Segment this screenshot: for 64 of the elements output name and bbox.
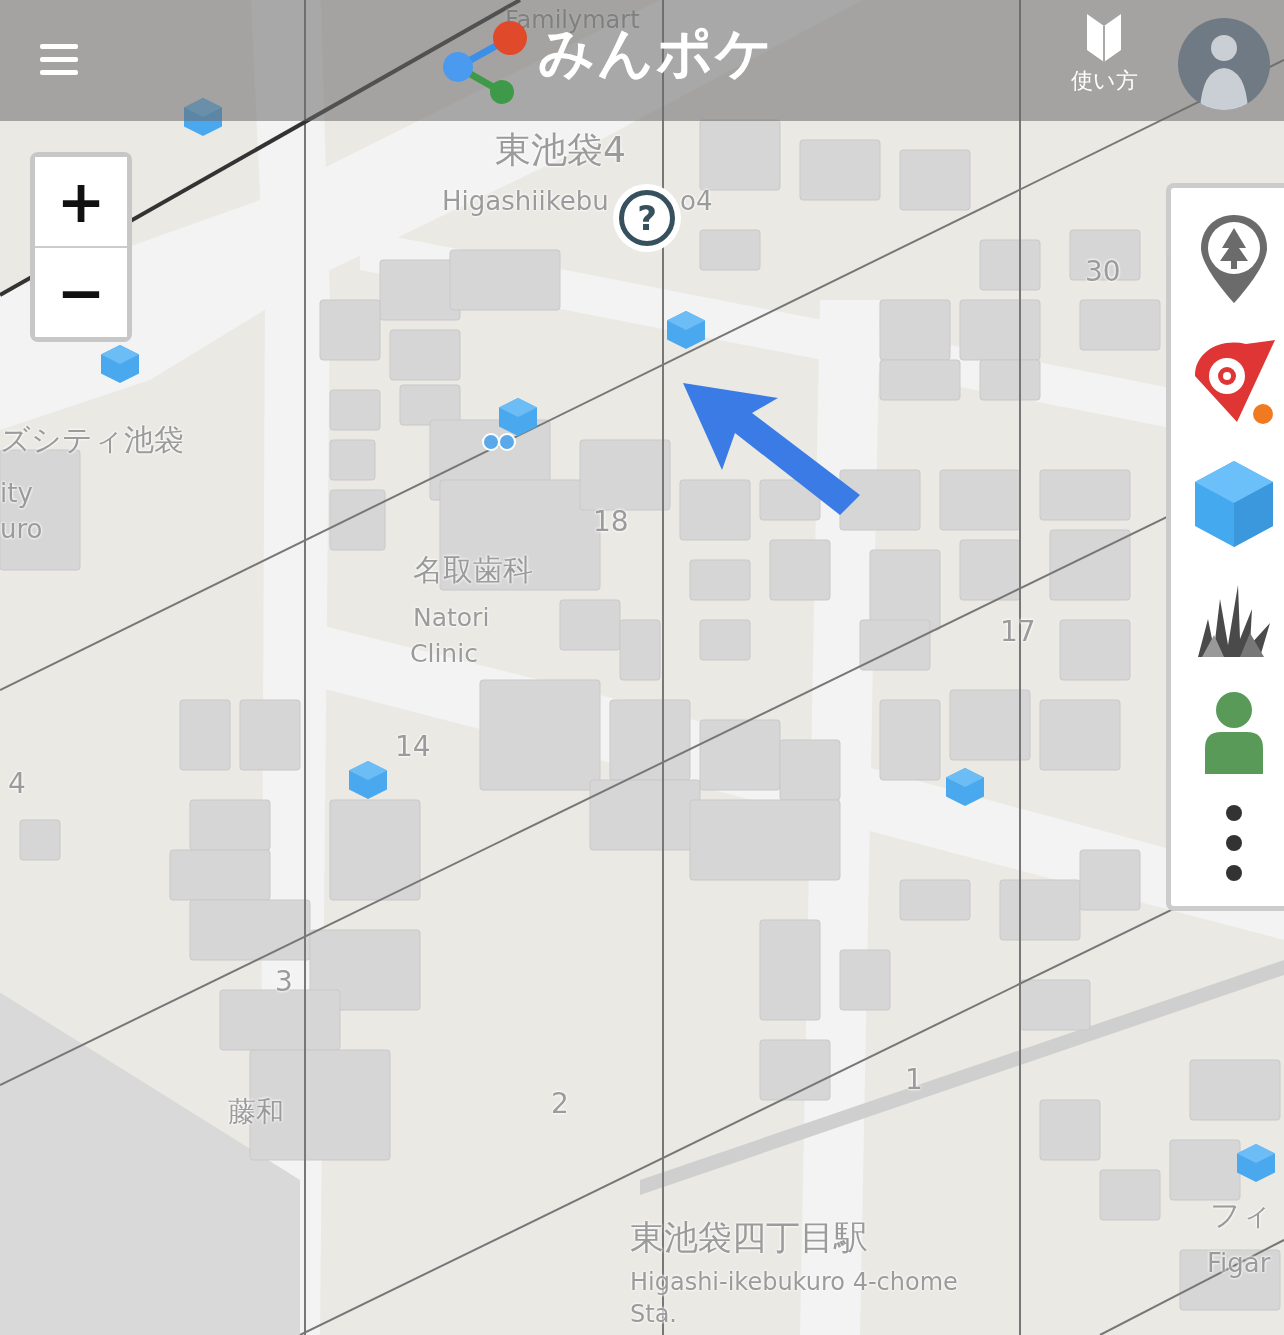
map-label: Clinic [410,641,478,666]
map-label: ity [0,480,33,506]
cube-button[interactable] [1192,458,1275,549]
map-label: Higashiikebu [442,188,609,214]
map-label: Natori [413,605,490,630]
person-button[interactable] [1202,689,1265,774]
map-label: uro [0,516,43,542]
building [1019,979,1091,1031]
map-label: 2 [551,1090,569,1118]
building [329,389,381,431]
building [959,539,1021,601]
building [1169,1139,1241,1201]
cube-icon[interactable] [101,345,139,383]
map-label: 4 [8,770,26,798]
building [759,1039,831,1101]
map-label: 18 [593,508,629,536]
map-label: ズシティ池袋 [0,425,184,455]
building [689,559,751,601]
more-button[interactable] [1223,804,1244,881]
building [679,479,751,541]
cube-icon[interactable] [349,761,387,799]
building [19,819,61,861]
building [899,879,971,921]
building [319,299,381,361]
building [329,489,386,551]
building [1079,849,1141,911]
cube-icon[interactable] [667,311,705,349]
building [899,149,971,211]
map-label: フィ [1210,1200,1272,1230]
logo-text: みんポケ [538,22,774,84]
menu-icon [40,44,80,78]
cube-icon[interactable] [499,398,537,436]
building [759,479,821,521]
building [179,699,231,771]
building [979,239,1041,291]
beginner-mark-icon [1084,12,1124,64]
building [839,949,891,1011]
map-label: 1 [905,1066,923,1094]
map-label: 名取歯科 [413,555,533,585]
person-icon [1202,689,1265,774]
building [699,619,751,661]
map-label: 藤和 [228,1098,284,1126]
cube-icon[interactable] [946,768,984,806]
building [699,229,761,271]
binoculars-icon[interactable] [482,433,516,451]
building [1059,619,1131,681]
building [329,439,376,481]
map-label: 14 [395,733,431,761]
map-label: o4 [680,188,713,214]
building [389,329,461,381]
building [1099,1169,1161,1221]
zoom-out-button[interactable]: − [35,246,127,337]
building [239,699,301,771]
cube-icon [1192,458,1275,549]
more-icon [1223,804,1244,881]
map-label: 30 [1085,258,1121,286]
building [769,539,831,601]
menu-button[interactable] [40,44,80,78]
map-label: 3 [275,968,293,996]
cube-icon[interactable] [184,98,222,136]
cube-icon[interactable] [1237,1144,1275,1182]
building [1069,229,1141,281]
map-label: 東池袋4 [495,132,626,168]
building [1039,1099,1101,1161]
